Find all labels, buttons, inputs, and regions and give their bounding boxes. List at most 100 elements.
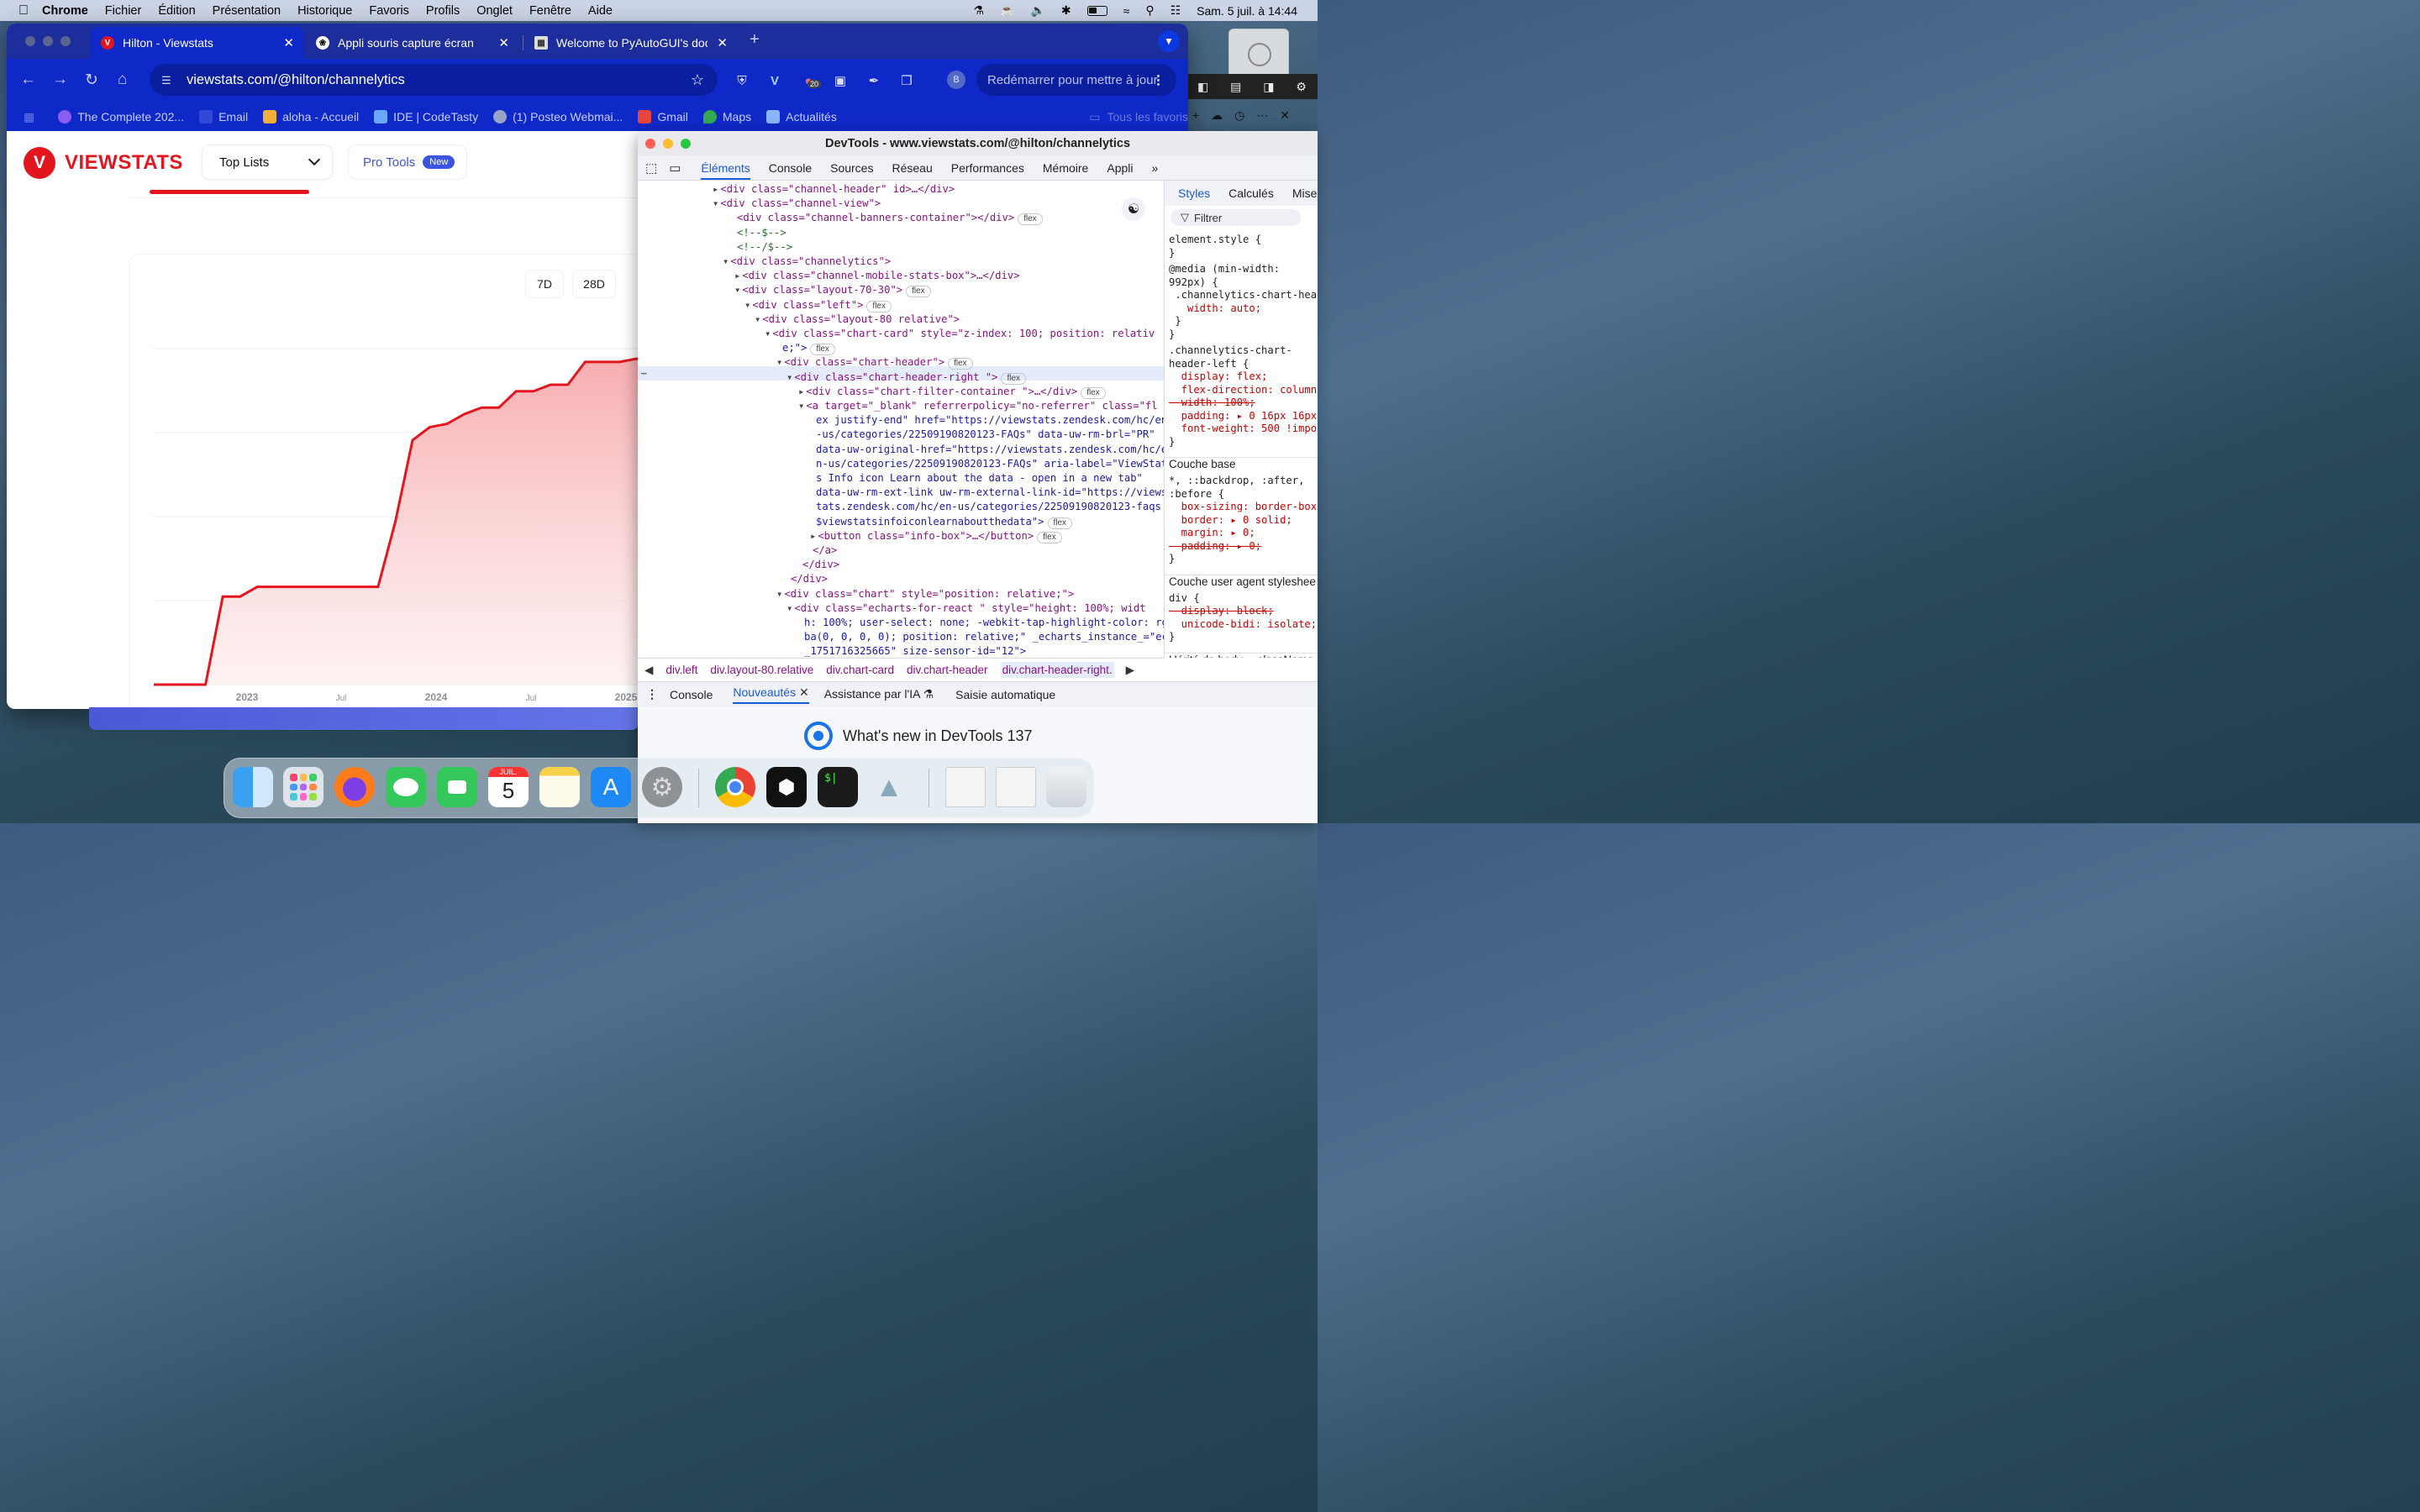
all-bookmarks[interactable]: ▭ Tous les favoris xyxy=(1089,102,1188,131)
style-rule-line[interactable]: width: auto; xyxy=(1169,302,1261,316)
bookmark-posteo[interactable]: (1) Posteo Webmai... xyxy=(493,110,623,123)
flex-badge[interactable]: flex xyxy=(1018,213,1043,226)
extension-with-badge-icon[interactable]: ●20 xyxy=(800,72,822,89)
dom-line[interactable]: data-uw-rm-ext-link uw-rm-external-link-… xyxy=(816,486,1164,499)
home-icon[interactable]: ⌂ xyxy=(118,71,127,89)
bookmark-star-icon[interactable]: ☆ xyxy=(691,71,704,89)
style-rule-line[interactable]: unicode-bidi: isolate; xyxy=(1169,618,1317,632)
update-chrome-button[interactable]: Redémarrer pour mettre à jour ⋮ xyxy=(976,64,1176,96)
expand-arrow-down-icon[interactable]: ▾ xyxy=(786,602,792,614)
dom-line[interactable]: ▸ <div class="channel-header" id>…</div> xyxy=(713,182,955,196)
bookmark-maps[interactable]: Maps xyxy=(702,110,751,123)
dom-line[interactable]: <!--/$--> xyxy=(737,240,792,254)
dom-line[interactable]: ▸ <div class="chart-filter-container ">…<… xyxy=(798,385,1106,399)
dom-line[interactable]: e;"> flex xyxy=(782,341,835,356)
dom-line[interactable]: ▾ <div class="layout-70-30"> flex xyxy=(734,283,931,298)
drawer-tab-whats-new[interactable]: Nouveautés ✕ xyxy=(733,685,809,704)
style-rule-line[interactable]: .channelytics-chart-head xyxy=(1169,289,1318,302)
cloud-icon[interactable]: ☁ xyxy=(1211,108,1223,123)
device-toolbar-icon[interactable]: ▭ xyxy=(669,160,681,176)
dom-line[interactable]: n-us/categories/22509190820123-FAQs" ari… xyxy=(816,457,1164,470)
flex-badge[interactable]: flex xyxy=(1081,386,1106,399)
reload-icon[interactable]: ↻ xyxy=(85,71,98,90)
style-rule-line[interactable]: 992px) { xyxy=(1169,276,1218,290)
menu-window[interactable]: Fenêtre xyxy=(529,4,571,18)
tab-memory[interactable]: Mémoire xyxy=(1043,161,1088,175)
menu-history[interactable]: Historique xyxy=(297,4,352,18)
expand-arrow-down-icon[interactable]: ▾ xyxy=(765,328,771,339)
tab-application[interactable]: Appli xyxy=(1107,161,1133,175)
style-rule-line[interactable]: @media (min-width: xyxy=(1169,263,1280,276)
battery-icon[interactable] xyxy=(1086,5,1107,16)
dom-line[interactable]: ▾ <div class="channel-view"> xyxy=(713,197,881,210)
styles-section-header[interactable]: Couche user agent styleshee xyxy=(1165,574,1318,589)
more-icon[interactable]: ⋯ xyxy=(1256,108,1268,123)
node-more-icon[interactable]: ⋯ xyxy=(641,368,647,379)
expand-arrow-right-icon[interactable]: ▸ xyxy=(810,530,816,542)
gamepad-extension-icon[interactable]: ▣ xyxy=(832,72,849,89)
expand-arrow-down-icon[interactable]: ▾ xyxy=(776,356,782,368)
expand-arrow-down-icon[interactable]: ▾ xyxy=(786,371,792,383)
csv-file-icon[interactable] xyxy=(945,767,986,807)
spotlight-search-icon[interactable]: ⚲ xyxy=(1145,3,1154,18)
breadcrumb-item[interactable]: div.left xyxy=(666,664,697,676)
drawer-menu-icon[interactable]: ⋮ xyxy=(646,687,658,701)
drawer-tab-console[interactable]: Console xyxy=(670,688,713,701)
trash-icon[interactable] xyxy=(1046,767,1086,807)
dom-line[interactable]: ba(0, 0, 0, 0); position: relative;" _ec… xyxy=(804,630,1164,643)
breadcrumb-left-arrow-icon[interactable]: ◀ xyxy=(644,664,653,677)
inspect-element-icon[interactable]: ⬚ xyxy=(645,160,657,176)
dom-line[interactable]: </div> xyxy=(791,572,828,585)
bookmark-codetasty[interactable]: IDE | CodeTasty xyxy=(374,110,478,123)
dom-line[interactable]: ▾ <div class="left"> flex xyxy=(744,298,892,312)
flex-badge[interactable]: flex xyxy=(1047,517,1073,529)
tab-styles[interactable]: Styles xyxy=(1178,186,1210,200)
flex-badge[interactable]: flex xyxy=(810,344,835,356)
style-rule-line[interactable]: box-sizing: border-box xyxy=(1169,501,1317,514)
close-icon[interactable]: ✕ xyxy=(1280,108,1290,123)
dom-line[interactable]: ▸ <div class="channel-mobile-stats-box">…… xyxy=(734,269,1020,282)
breadcrumb-item[interactable]: div.layout-80.relative xyxy=(710,664,813,676)
terminal-icon[interactable]: $| xyxy=(818,767,858,807)
rocket-icon[interactable]: ▲ xyxy=(869,767,909,807)
dom-line[interactable]: <div class="channel-banners-container"><… xyxy=(737,211,1043,226)
dom-line[interactable]: tats.zendesk.com/hc/en-us/categories/225… xyxy=(816,500,1161,513)
style-rule-line[interactable]: .channelytics-chart- xyxy=(1169,344,1292,358)
tab-computed[interactable]: Calculés xyxy=(1228,186,1274,200)
breadcrumb-right-arrow-icon[interactable]: ▶ xyxy=(1126,664,1134,677)
bookmark-news[interactable]: Actualités xyxy=(766,110,837,123)
coffee-icon[interactable]: ☕ xyxy=(1000,3,1014,18)
tab-layout[interactable]: Mise xyxy=(1292,186,1318,200)
apps-grid-icon[interactable]: ▦ xyxy=(24,110,34,124)
flex-badge[interactable]: flex xyxy=(866,300,892,312)
more-tabs-chevron-icon[interactable]: » xyxy=(1152,161,1159,175)
expand-arrow-down-icon[interactable]: ▾ xyxy=(798,400,804,412)
tab-search-icon[interactable]: ▼ xyxy=(1158,30,1180,52)
calendar-icon[interactable]: JUIL. 5 xyxy=(488,767,529,807)
close-drawer-tab-icon[interactable]: ✕ xyxy=(799,685,809,699)
forward-icon[interactable]: → xyxy=(52,71,68,89)
dom-line[interactable]: ▾ <div class="chart" style="position: rel… xyxy=(776,587,1074,601)
expand-arrow-down-icon[interactable]: ▾ xyxy=(755,313,760,325)
desktop-disk-icon[interactable] xyxy=(1228,29,1289,81)
close-tab-icon[interactable]: ✕ xyxy=(498,35,509,50)
expand-arrow-down-icon[interactable]: ▾ xyxy=(713,197,718,209)
wifi-icon[interactable]: ≈ xyxy=(1123,4,1130,18)
dom-line[interactable]: </a> xyxy=(813,543,837,557)
facetime-icon[interactable] xyxy=(437,767,477,807)
address-url[interactable]: viewstats.com/@hilton/channelytics xyxy=(187,72,405,88)
dom-line[interactable]: h: 100%; user-select: none; -webkit-tap-… xyxy=(804,616,1164,629)
style-rule-line[interactable]: font-weight: 500 !impo xyxy=(1169,423,1317,436)
expand-arrow-right-icon[interactable]: ▸ xyxy=(713,183,718,195)
chrome-menu-icon[interactable]: ⋮ xyxy=(1152,72,1165,87)
flex-badge[interactable]: flex xyxy=(1037,531,1062,543)
style-rule-line[interactable]: border: ▸ 0 solid; xyxy=(1169,514,1292,528)
dom-line[interactable]: ▾ <a target="_blank" referrerpolicy="no-r… xyxy=(798,399,1158,412)
flex-badge[interactable]: flex xyxy=(1001,372,1027,385)
expand-arrow-right-icon[interactable]: ▸ xyxy=(734,270,740,281)
dom-line[interactable]: ex justify-end" href="https://viewstats.… xyxy=(816,413,1164,427)
style-rule-line[interactable]: div { xyxy=(1169,592,1200,606)
menu-file[interactable]: Fichier xyxy=(105,4,142,18)
style-rule-line[interactable]: *, ::backdrop, :after, xyxy=(1169,475,1304,488)
tab-sources[interactable]: Sources xyxy=(830,161,873,175)
